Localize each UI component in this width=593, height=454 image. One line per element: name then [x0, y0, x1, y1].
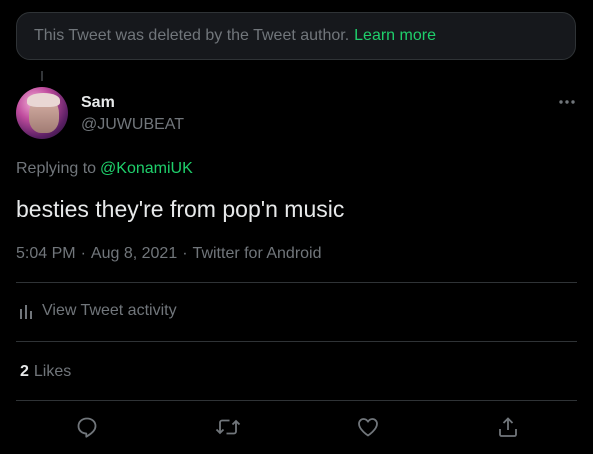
likes-count: 2 — [20, 363, 29, 380]
reply-mention-link[interactable]: @KonamiUK — [100, 160, 193, 177]
likes-link[interactable]: 2 Likes — [20, 363, 71, 381]
divider — [16, 400, 577, 401]
avatar-hair — [27, 93, 60, 107]
replying-prefix: Replying to — [16, 160, 97, 177]
learn-more-link[interactable]: Learn more — [354, 27, 436, 45]
replying-to: Replying to @KonamiUK — [16, 160, 193, 178]
divider — [16, 341, 577, 342]
deleted-tweet-notice: This Tweet was deleted by the Tweet auth… — [16, 12, 576, 60]
retweet-icon — [215, 419, 241, 435]
divider — [16, 282, 577, 283]
reply-button[interactable] — [73, 413, 101, 441]
tweet-meta: 5:04 PM · Aug 8, 2021 · Twitter for Andr… — [16, 245, 322, 263]
tweet-time[interactable]: 5:04 PM — [16, 245, 76, 263]
retweet-button[interactable] — [214, 413, 242, 441]
like-icon — [358, 418, 378, 437]
reply-icon — [77, 417, 97, 438]
activity-label: View Tweet activity — [42, 302, 177, 319]
tweet-text: besties they're from pop'n music — [16, 196, 345, 222]
like-button[interactable] — [354, 413, 382, 441]
tweet-source[interactable]: Twitter for Android — [193, 245, 322, 263]
tweet-date[interactable]: Aug 8, 2021 — [91, 245, 177, 263]
more-icon — [559, 100, 575, 104]
thread-connector-line — [41, 71, 43, 81]
avatar[interactable] — [16, 87, 68, 139]
view-tweet-activity-button[interactable]: View Tweet activity — [18, 302, 177, 320]
deleted-notice-text: This Tweet was deleted by the Tweet auth… — [34, 27, 350, 44]
meta-separator: · — [182, 245, 188, 262]
more-options-button[interactable] — [553, 88, 581, 116]
author-name[interactable]: Sam — [81, 94, 115, 112]
share-button[interactable] — [494, 413, 522, 441]
meta-separator: · — [80, 245, 86, 262]
share-icon — [499, 417, 517, 437]
analytics-icon — [20, 305, 32, 319]
likes-label: Likes — [33, 363, 72, 380]
author-handle[interactable]: @JUWUBEAT — [81, 116, 184, 134]
